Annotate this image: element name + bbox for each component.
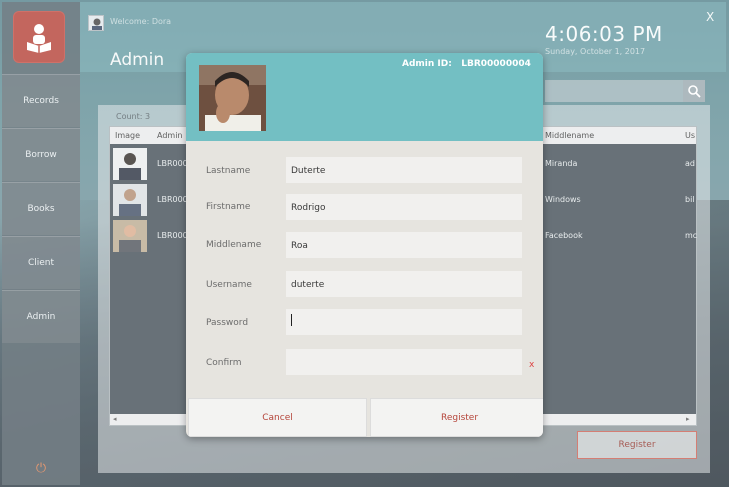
cancel-button[interactable]: Cancel xyxy=(188,398,367,437)
lastname-label: Lastname xyxy=(206,166,251,176)
register-dialog: Admin ID: LBR00000004 Lastname Duterte F… xyxy=(186,53,543,437)
admin-photo[interactable] xyxy=(199,65,266,131)
firstname-label: Firstname xyxy=(206,202,251,212)
text-cursor xyxy=(291,313,292,326)
username-label: Username xyxy=(206,280,252,290)
error-icon: x xyxy=(529,360,535,370)
middlename-label: Middlename xyxy=(206,240,262,250)
confirm-label: Confirm xyxy=(206,358,242,368)
firstname-field[interactable]: Rodrigo xyxy=(286,194,522,220)
confirm-field[interactable] xyxy=(286,349,522,375)
password-label: Password xyxy=(206,318,249,328)
password-field[interactable] xyxy=(286,309,522,335)
username-field[interactable]: duterte xyxy=(286,271,522,297)
admin-id: Admin ID: LBR00000004 xyxy=(402,59,531,69)
lastname-field[interactable]: Duterte xyxy=(286,157,522,183)
dialog-header: Admin ID: LBR00000004 xyxy=(186,53,543,141)
app-window: Records Borrow Books Client Admin ⏻ Welc… xyxy=(0,0,729,487)
register-button[interactable]: Register xyxy=(370,398,543,437)
middlename-field[interactable]: Roa xyxy=(286,232,522,258)
